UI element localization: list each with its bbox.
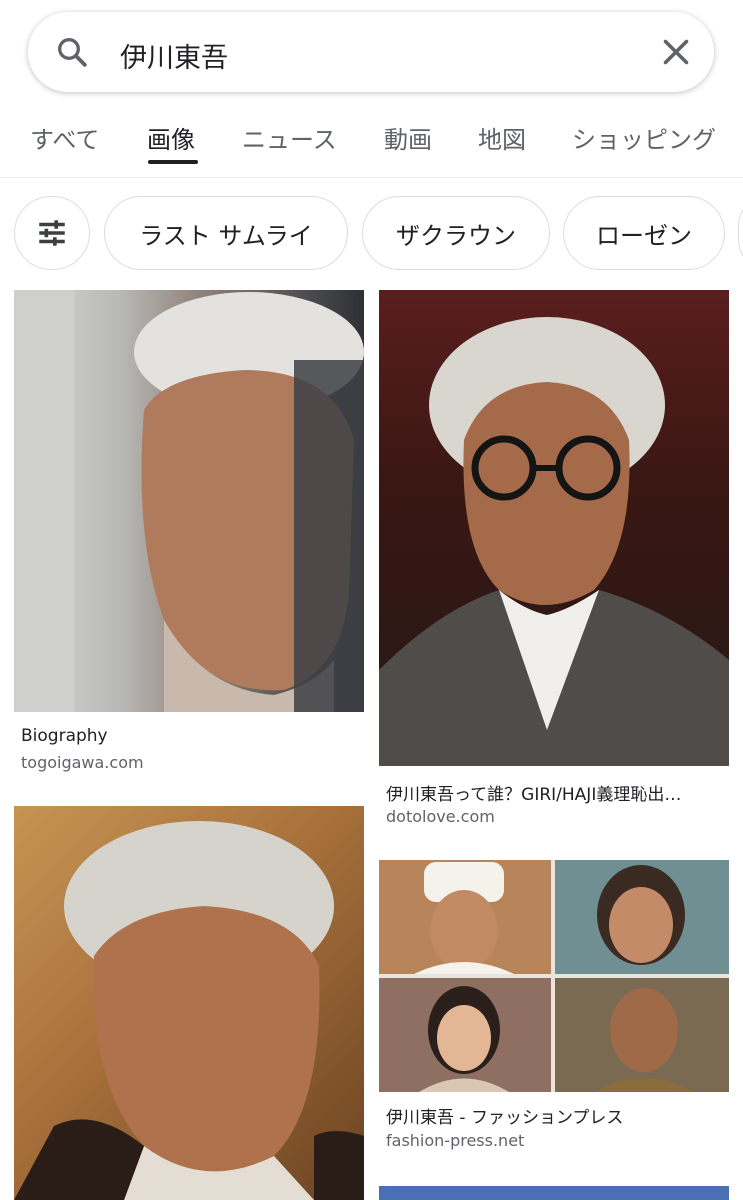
image-result[interactable] xyxy=(379,1186,729,1200)
tab-maps[interactable]: 地図 xyxy=(478,120,526,155)
result-thumbnail[interactable] xyxy=(379,290,729,766)
chip-the-crown[interactable]: ザクラウン xyxy=(362,196,550,270)
result-thumbnail[interactable] xyxy=(14,290,364,712)
search-icon[interactable] xyxy=(54,34,90,70)
tab-all[interactable]: すべて xyxy=(30,120,99,155)
tab-news[interactable]: ニュース xyxy=(242,120,337,155)
result-domain[interactable]: togoigawa.com xyxy=(21,753,144,772)
result-domain[interactable]: dotolove.com xyxy=(386,807,495,826)
result-title[interactable]: Biography xyxy=(21,726,108,746)
portrait-image xyxy=(14,821,364,1200)
tab-shopping[interactable]: ショッピング xyxy=(572,120,716,155)
image-result[interactable]: 伊川東吾 - ファッションプレス fashion-press.net xyxy=(379,860,729,1160)
close-icon[interactable] xyxy=(658,34,694,70)
search-input[interactable]: 伊川東吾 xyxy=(120,36,228,75)
suggestion-chips: ラスト サムライ ザクラウン ローゼン xyxy=(0,194,743,274)
chip-last-samurai[interactable]: ラスト サムライ xyxy=(104,196,348,270)
image-result[interactable]: 伊川東吾って誰？GIRI/HAJI義理恥出… dotolove.com xyxy=(379,290,729,830)
portrait-image xyxy=(14,290,364,712)
filter-button[interactable] xyxy=(14,196,90,270)
chip-more[interactable] xyxy=(738,196,743,270)
image-result[interactable] xyxy=(14,806,364,1200)
result-domain[interactable]: fashion-press.net xyxy=(386,1131,524,1150)
portrait-image xyxy=(379,317,729,766)
search-bar[interactable]: 伊川東吾 xyxy=(28,12,714,92)
result-title[interactable]: 伊川東吾って誰？GIRI/HAJI義理恥出… xyxy=(386,780,726,805)
result-title[interactable]: 伊川東吾 - ファッションプレス xyxy=(386,1103,623,1128)
tune-icon xyxy=(39,220,65,246)
tab-images[interactable]: 画像 xyxy=(147,120,195,155)
result-thumbnail[interactable] xyxy=(14,806,364,1200)
chip-label: ラスト サムライ xyxy=(139,221,313,250)
image-result[interactable]: Biography togoigawa.com xyxy=(14,290,364,780)
chip-rosen[interactable]: ローゼン xyxy=(563,196,725,270)
tab-videos[interactable]: 動画 xyxy=(384,120,432,155)
result-thumbnail[interactable] xyxy=(379,860,729,1092)
chip-label: ザクラウン xyxy=(396,221,516,250)
active-tab-indicator xyxy=(148,160,198,164)
search-tabs: すべて 画像 ニュース 動画 地図 ショッピング xyxy=(0,104,743,178)
chip-label: ローゼン xyxy=(596,221,692,250)
collage-image xyxy=(379,860,729,1092)
